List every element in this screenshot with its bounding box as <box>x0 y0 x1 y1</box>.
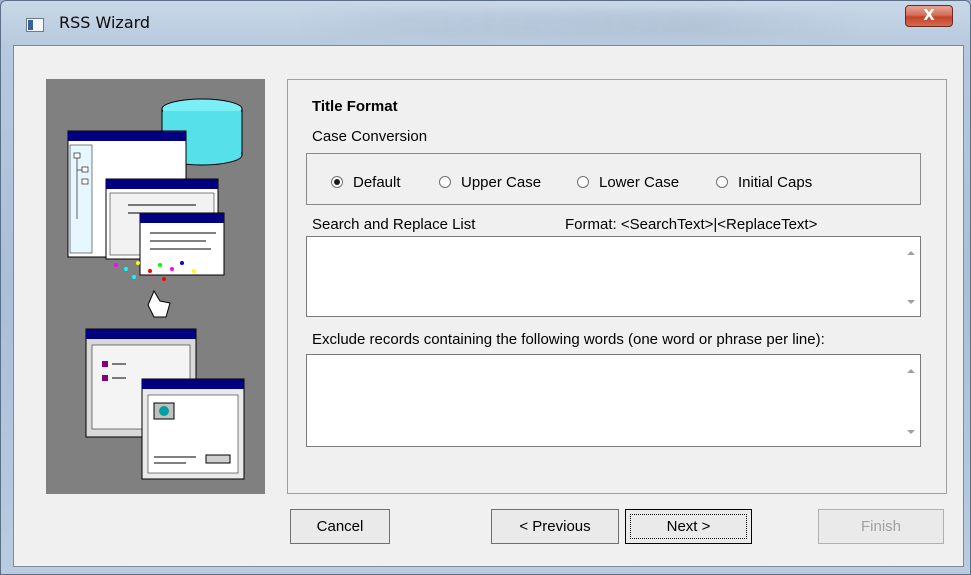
background-blur <box>301 11 861 37</box>
radio-label: Default <box>353 173 401 191</box>
window-title: RSS Wizard <box>59 13 151 32</box>
search-replace-label: Search and Replace List <box>312 216 476 233</box>
case-conversion-group: Default Upper Case Lower Case Initial Ca… <box>306 153 921 205</box>
case-conversion-label: Case Conversion <box>312 128 428 145</box>
front-window-icon <box>139 212 225 276</box>
radio-lower-case[interactable]: Lower Case <box>577 173 679 191</box>
search-replace-textarea[interactable] <box>306 236 921 317</box>
radio-label: Lower Case <box>599 173 680 191</box>
section-heading: Title Format <box>312 98 398 115</box>
previous-button[interactable]: < Previous <box>491 509 619 544</box>
wizard-illustration <box>46 79 265 494</box>
focus-ring <box>630 514 747 539</box>
radio-icon[interactable] <box>716 176 728 188</box>
window-frame: RSS Wizard X Title Format Case Conversio… <box>0 0 971 575</box>
scroll-down-icon[interactable] <box>907 430 915 434</box>
scroll-up-icon[interactable] <box>907 251 915 255</box>
exclude-textarea[interactable] <box>306 354 921 447</box>
scroll-down-icon[interactable] <box>907 300 915 304</box>
cancel-button[interactable]: Cancel <box>290 509 390 544</box>
search-replace-format-hint: Format: <SearchText>|<ReplaceText> <box>565 216 818 233</box>
finish-button[interactable]: Finish <box>818 509 944 544</box>
radio-icon[interactable] <box>577 176 589 188</box>
title-format-panel: Title Format Case Conversion Default Upp… <box>287 79 947 494</box>
window-menu-icon[interactable] <box>26 18 44 32</box>
radio-icon[interactable] <box>439 176 451 188</box>
next-button[interactable]: Next > <box>625 509 752 544</box>
hand-cursor-icon <box>147 289 171 318</box>
vertical-scrollbar[interactable] <box>902 237 920 316</box>
radio-selected-icon[interactable] <box>331 176 343 188</box>
close-icon: X <box>923 6 935 24</box>
vertical-scrollbar[interactable] <box>902 355 920 446</box>
radio-label: Initial Caps <box>738 173 813 191</box>
close-button[interactable]: X <box>905 5 953 27</box>
exclude-label: Exclude records containing the following… <box>312 331 825 348</box>
scroll-up-icon[interactable] <box>907 369 915 373</box>
radio-label: Upper Case <box>461 173 542 191</box>
wizard-illustration-art <box>67 98 245 480</box>
radio-upper-case[interactable]: Upper Case <box>439 173 541 191</box>
dialog-client-area: Title Format Case Conversion Default Upp… <box>13 45 964 567</box>
radio-initial-caps[interactable]: Initial Caps <box>716 173 812 191</box>
radio-default[interactable]: Default <box>331 173 401 191</box>
dialog-window-icon-2 <box>141 378 245 480</box>
title-bar[interactable]: RSS Wizard X <box>1 1 971 45</box>
